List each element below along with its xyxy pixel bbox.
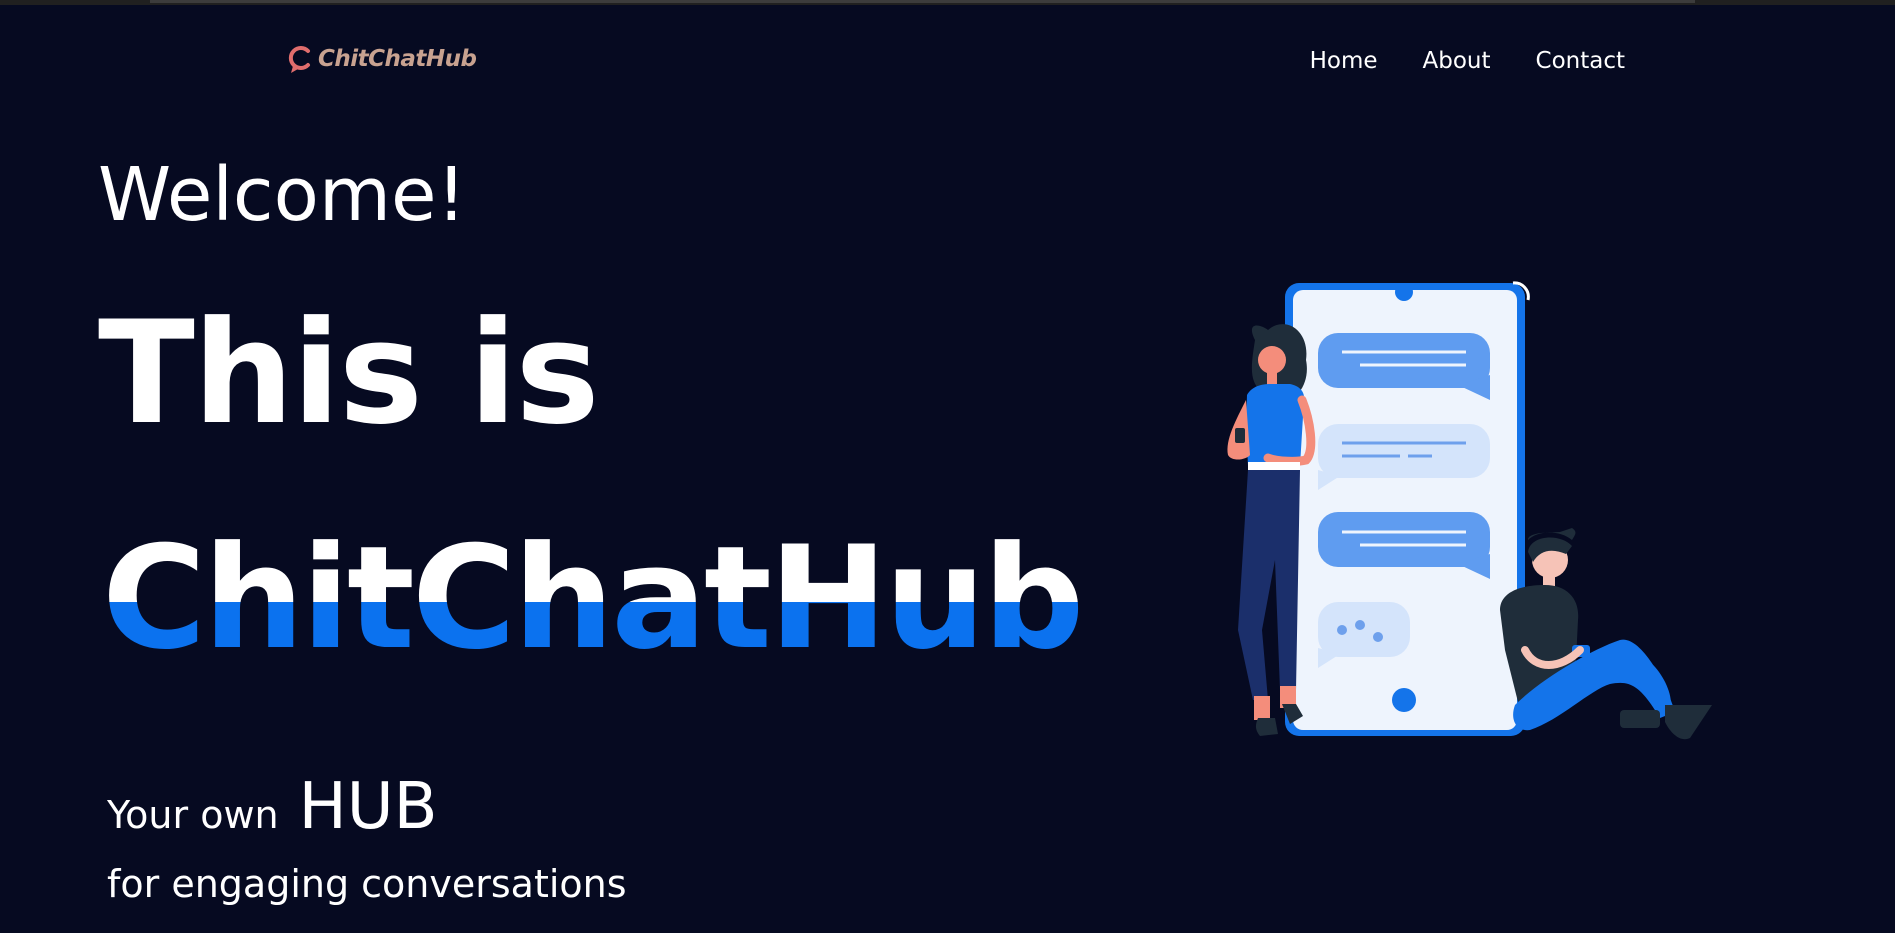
browser-top-strip: [0, 0, 1895, 5]
tagline-big-text: HUB: [298, 770, 438, 844]
hero-brand-title: ChitChatHub: [102, 516, 1084, 681]
main-nav: Home About Contact: [1310, 48, 1625, 74]
hero-title-line1: This is: [98, 291, 600, 456]
tagline-line1: Your own HUB: [107, 770, 438, 844]
chat-bubble-icon: [288, 46, 310, 73]
people-chatting-phone-illustration: [1227, 281, 1712, 740]
browser-scroll-track: [150, 0, 1695, 3]
nav-about-link[interactable]: About: [1423, 48, 1491, 74]
nav-home-link[interactable]: Home: [1310, 48, 1378, 74]
logo-text: ChitChatHub: [318, 46, 477, 72]
site-logo[interactable]: ChitChatHub: [286, 42, 477, 76]
welcome-heading: Welcome!: [98, 152, 467, 238]
tagline-small-text: Your own: [107, 793, 279, 837]
nav-contact-link[interactable]: Contact: [1536, 48, 1625, 74]
phone-illustration: [1285, 281, 1530, 736]
man-figure: [1500, 528, 1712, 740]
tagline-line2: for engaging conversations: [107, 862, 627, 906]
